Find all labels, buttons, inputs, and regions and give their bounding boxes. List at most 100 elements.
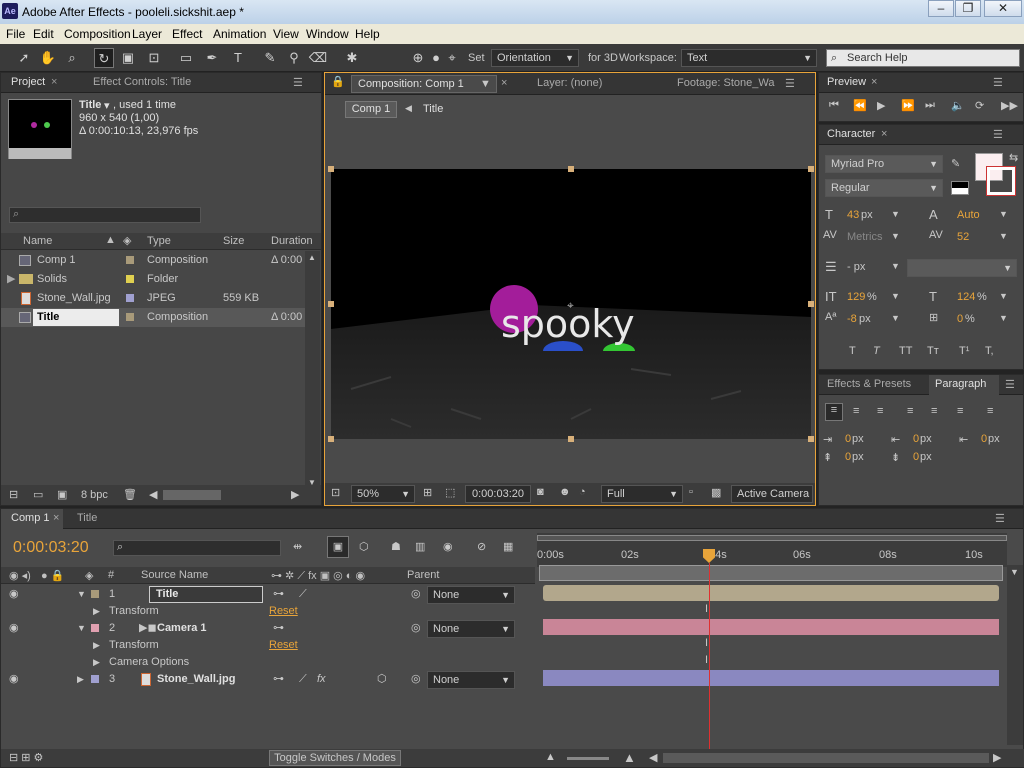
menu-edit[interactable]: Edit — [33, 27, 54, 41]
panel-menu-icon[interactable]: ☰ — [993, 76, 1003, 89]
menu-help[interactable]: Help — [355, 27, 380, 41]
type-tool-icon[interactable]: T — [228, 48, 248, 68]
zoom-out-mountain-icon[interactable]: ▲ — [545, 751, 556, 763]
leading-dropdown-icon[interactable]: ▼ — [999, 209, 1008, 219]
handle-bc[interactable] — [568, 436, 574, 442]
layer-bar-title[interactable] — [543, 585, 999, 601]
layer-row[interactable]: ◉ ▶ 3 Stone_Wall.jpg ⊶ ⟋ fx ⬡ ◎ None ▼ — [1, 670, 535, 689]
snapshot-icon[interactable]: ◙ — [537, 486, 544, 498]
tab-paragraph[interactable]: Paragraph — [935, 378, 986, 390]
tab-footage[interactable]: Footage: Stone_Wa — [677, 77, 774, 89]
vertical-scale-value[interactable]: 129 — [847, 291, 865, 303]
tsume-value[interactable]: 0 — [957, 313, 963, 325]
rectangle-tool-icon[interactable]: ▭ — [176, 48, 196, 68]
play-icon[interactable]: ▶ — [877, 99, 885, 112]
show-snapshot-icon[interactable]: ☻ — [559, 486, 571, 498]
project-search-input[interactable]: ⌕ — [9, 207, 201, 223]
shy-icon[interactable]: ☗ — [391, 540, 401, 553]
panel-menu-icon[interactable]: ☰ — [995, 512, 1005, 525]
layer-name-field[interactable]: Title — [149, 586, 263, 603]
camera-dropdown[interactable]: Active Camera — [731, 485, 813, 503]
tab-effects-presets[interactable]: Effects & Presets — [827, 378, 911, 390]
col-name[interactable]: Name — [23, 235, 52, 247]
item-dropdown-icon[interactable]: ▾ — [104, 99, 110, 112]
panel-menu-icon[interactable]: ☰ — [1005, 378, 1015, 391]
align-right-button[interactable]: ≡ — [877, 405, 883, 417]
horizontal-scale-value[interactable]: 124 — [957, 291, 975, 303]
tab-project-close-icon[interactable]: × — [51, 76, 57, 88]
mask-icon[interactable]: ⬚ — [445, 486, 455, 499]
selection-tool-icon[interactable]: ➚ — [14, 48, 34, 68]
stroke-width-dropdown-icon[interactable]: ▼ — [891, 261, 900, 271]
list-item[interactable]: ▶ Solids Folder — [1, 270, 305, 289]
graph-editor-icon[interactable]: ⊘ — [477, 540, 486, 553]
label-swatch[interactable] — [126, 256, 134, 264]
leading-value[interactable]: Auto — [957, 209, 980, 221]
stroke-color-swatch[interactable] — [986, 166, 1016, 196]
kerning-dropdown-icon[interactable]: ▼ — [891, 231, 900, 241]
pen-tool-icon[interactable]: ✒ — [202, 48, 222, 68]
timeline-timecode[interactable]: 0:00:03:20 — [13, 539, 89, 557]
justify-all-button[interactable]: ≡ — [987, 405, 993, 417]
all-caps-button[interactable]: TT — [899, 345, 912, 357]
zoom-tool-icon[interactable]: ⌕ — [62, 48, 82, 68]
zoom-in-mountain-icon[interactable]: ▲ — [623, 750, 636, 765]
pickwhip-icon[interactable]: ◎ — [411, 670, 421, 689]
label-swatch[interactable] — [91, 624, 99, 632]
3d-layer-switch-icon[interactable]: ⬡ — [377, 670, 387, 689]
label-column-icon[interactable]: ◈ — [123, 234, 131, 247]
minimize-button[interactable]: – — [928, 0, 954, 17]
col-duration[interactable]: Duration — [271, 235, 313, 247]
first-frame-icon[interactable]: ⏮ — [829, 99, 839, 112]
rotate-tool-icon[interactable]: ↻ — [94, 48, 114, 68]
panel-menu-icon[interactable]: ☰ — [785, 77, 795, 90]
maximize-button[interactable]: ❐ — [955, 0, 981, 17]
tab-character[interactable]: Character — [827, 128, 875, 140]
panel-menu-icon[interactable]: ☰ — [993, 128, 1003, 141]
live-update-icon[interactable]: ▣ — [327, 536, 349, 558]
project-scrollbar[interactable]: ▲ ▼ — [305, 251, 320, 489]
horizontal-scrollbar[interactable] — [163, 490, 221, 500]
quality-switch-icon[interactable]: ⟋ — [299, 670, 307, 689]
scroll-left-icon[interactable]: ◀ — [649, 751, 657, 764]
indent-left-value[interactable]: 0 — [845, 433, 851, 445]
trash-icon[interactable]: 🗑 — [123, 488, 137, 501]
tab-close-icon[interactable]: × — [881, 128, 887, 140]
local-axis-icon[interactable]: ⊕ — [408, 48, 428, 68]
faux-bold-button[interactable]: T — [849, 345, 856, 357]
last-frame-icon[interactable]: ⏭ — [925, 99, 935, 112]
handle-ml[interactable] — [328, 301, 334, 307]
menu-layer[interactable]: Layer — [132, 27, 162, 41]
channel-icon[interactable]: ◔ — [579, 486, 586, 498]
layer-bar-stone-wall[interactable] — [543, 670, 999, 686]
font-family-dropdown[interactable]: Myriad Pro ▼ — [825, 155, 943, 173]
time-ruler[interactable]: 0:00s 02s 04s 06s 08s 10s — [537, 533, 1007, 567]
superscript-button[interactable]: T¹ — [959, 345, 969, 357]
label-swatch[interactable] — [91, 590, 99, 598]
new-comp-icon[interactable]: ▣ — [57, 488, 67, 501]
new-folder-icon[interactable]: ▭ — [33, 488, 43, 501]
handle-tl[interactable] — [328, 166, 334, 172]
tab-comp-1[interactable]: Comp 1 — [11, 512, 50, 524]
tracking-value[interactable]: 52 — [957, 231, 969, 243]
faux-italic-button[interactable]: T — [873, 345, 880, 357]
resolution-dropdown[interactable]: Full ▼ — [601, 485, 683, 503]
timeline-horizontal-scrollbar[interactable] — [663, 753, 989, 763]
keyframe-marker-icon[interactable]: I — [705, 637, 708, 649]
pan-behind-tool-icon[interactable]: ⊡ — [144, 48, 164, 68]
stroke-width-value[interactable]: - px — [847, 261, 865, 273]
breadcrumb-title[interactable]: Title — [423, 103, 443, 115]
font-size-dropdown-icon[interactable]: ▼ — [891, 209, 900, 219]
bpc-label[interactable]: 8 bpc — [81, 489, 108, 501]
space-before-value[interactable]: 0 — [845, 451, 851, 463]
panel-menu-icon[interactable]: ☰ — [293, 76, 303, 89]
grid-icon[interactable]: ⊞ — [423, 486, 432, 499]
indent-first-value[interactable]: 0 — [913, 433, 919, 445]
space-after-value[interactable]: 0 — [913, 451, 919, 463]
subscript-button[interactable]: T, — [985, 345, 994, 357]
align-left-button[interactable]: ≡ — [825, 403, 843, 421]
indent-right-value[interactable]: 0 — [981, 433, 987, 445]
toggle-switches-modes-button[interactable]: Toggle Switches / Modes — [269, 750, 401, 766]
kerning-value[interactable]: Metrics — [847, 231, 882, 243]
col-parent[interactable]: Parent — [407, 569, 439, 581]
